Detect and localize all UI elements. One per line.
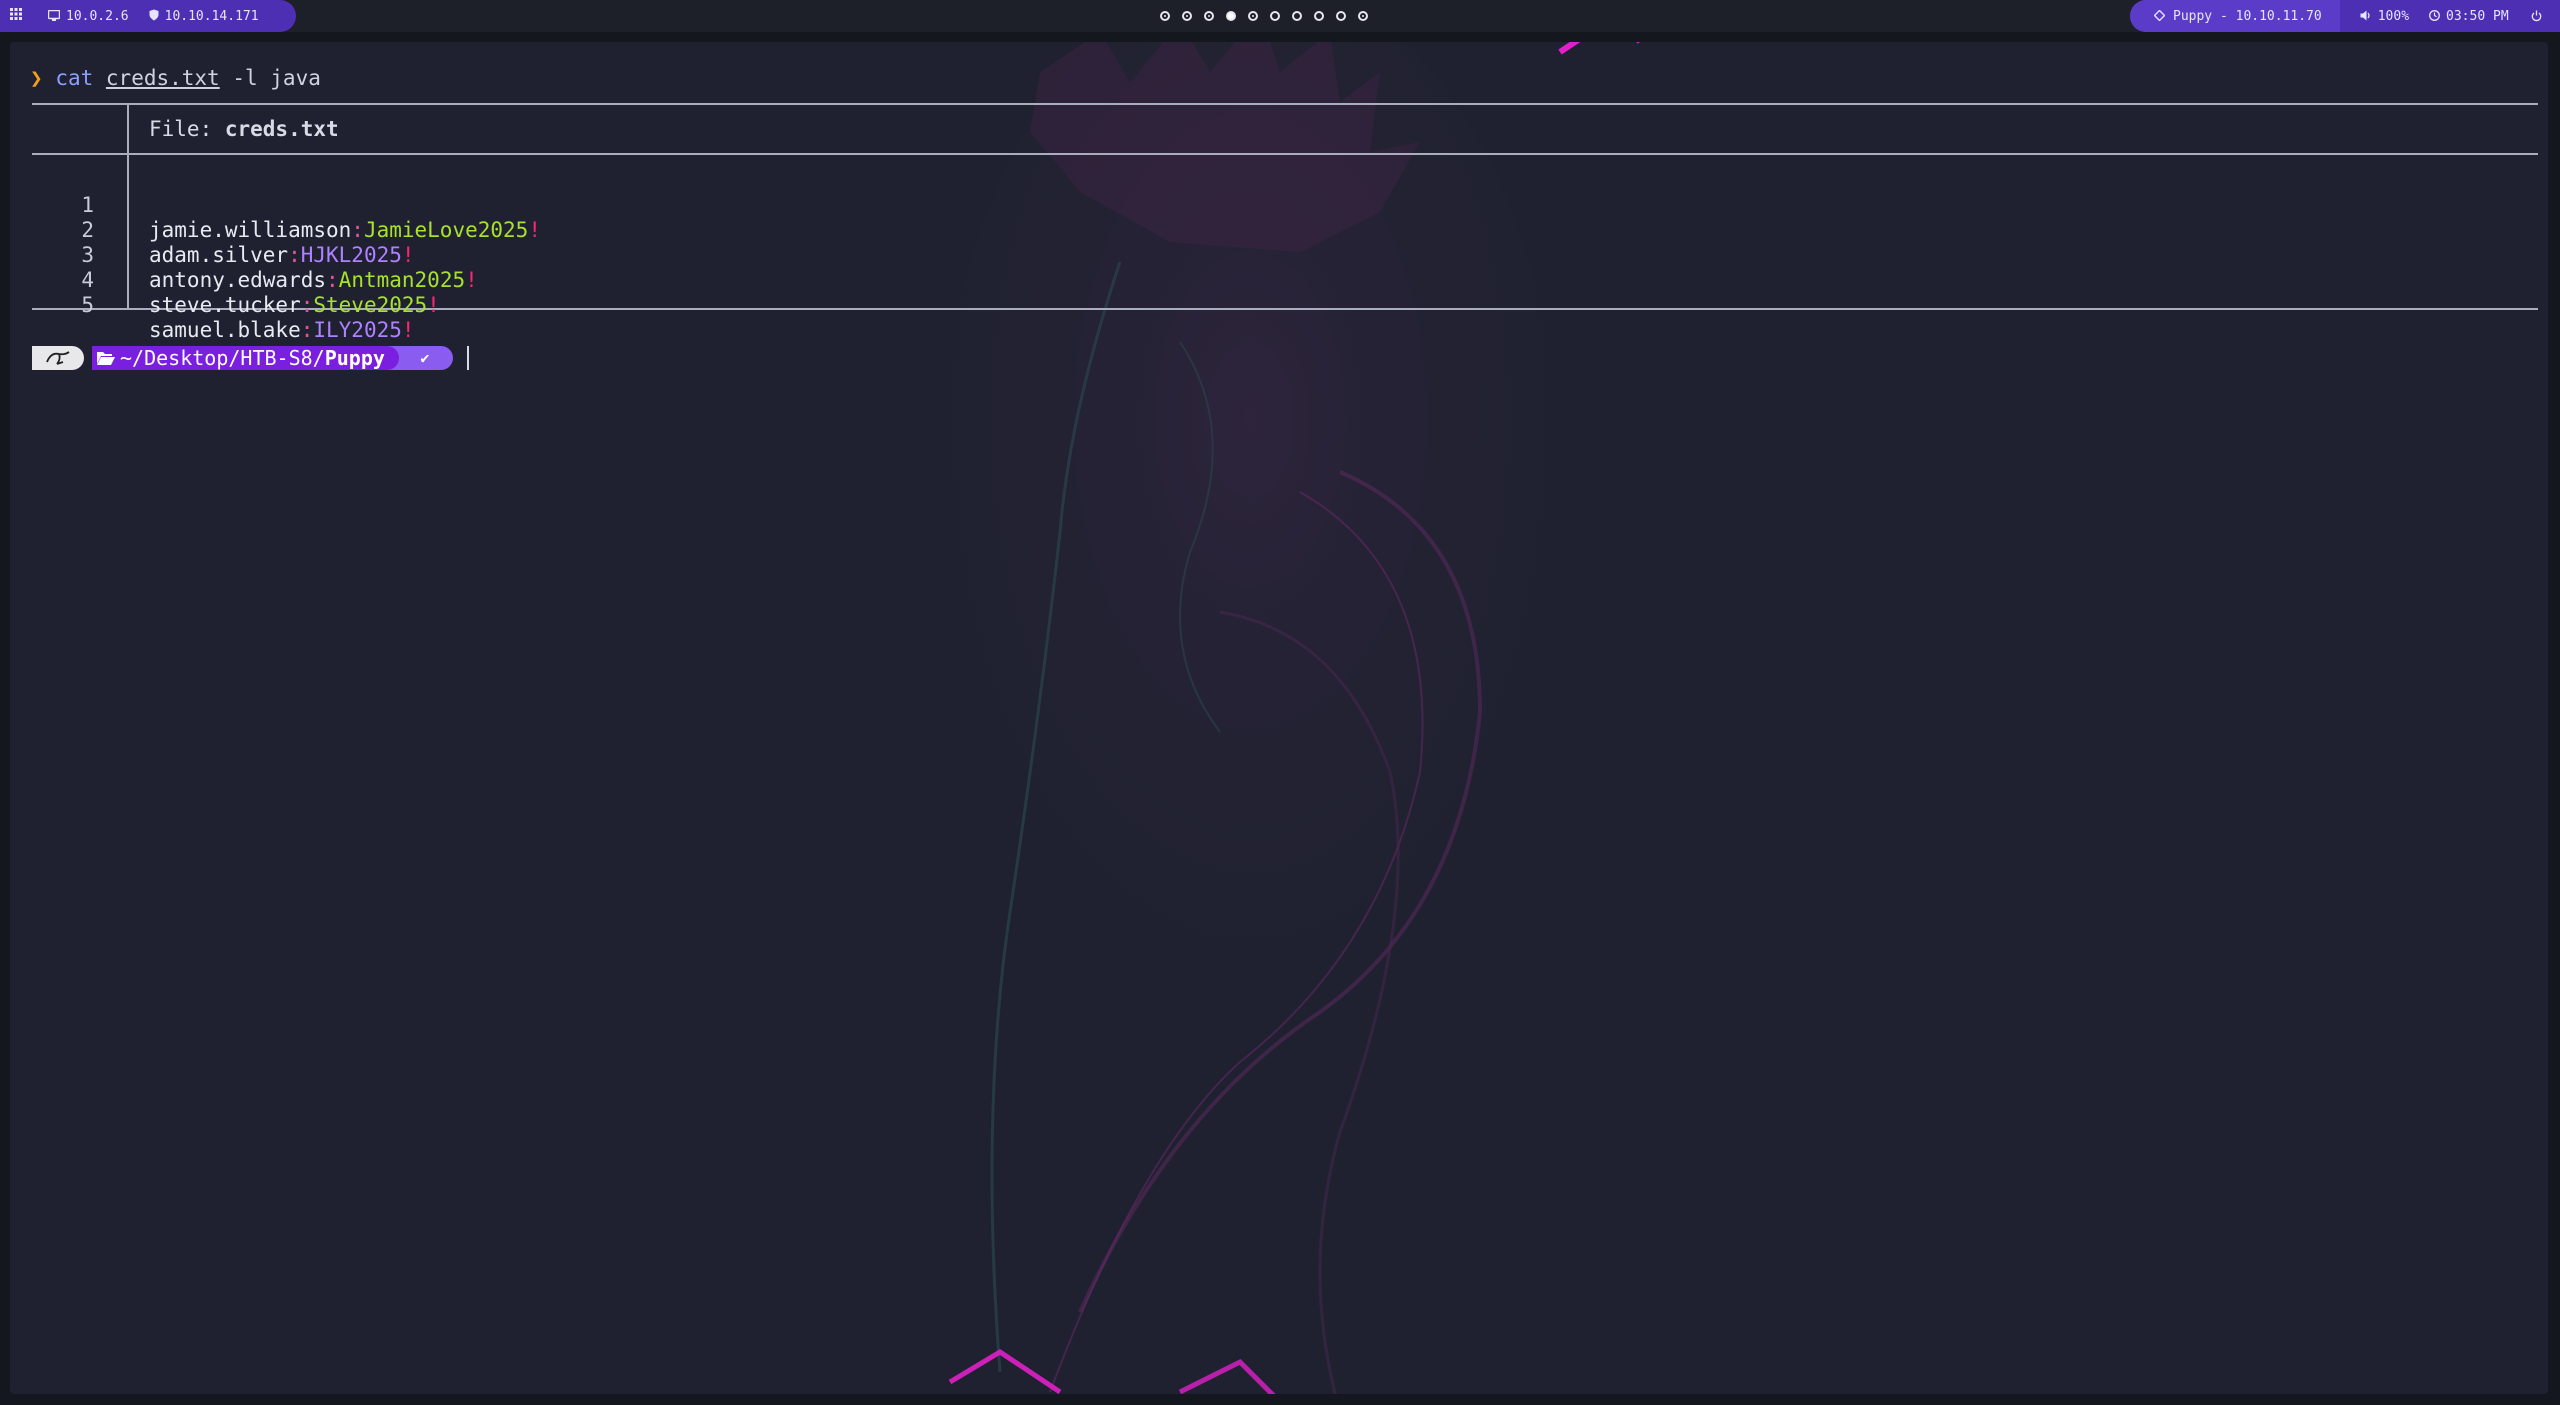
cred-password: ILY2025: [313, 318, 402, 342]
power-icon[interactable]: [2531, 10, 2542, 22]
kali-dragon-icon: [32, 346, 84, 370]
line-number: 5: [81, 293, 94, 317]
cred-separator: :: [300, 293, 314, 317]
file-line: 2 adam.silver:HJKL2025!: [32, 193, 2538, 267]
terminal-window[interactable]: ❯ cat creds.txt -l java File: creds.txt …: [10, 42, 2548, 1394]
shield-icon: [149, 9, 159, 23]
speaker-icon: [2360, 10, 2372, 23]
host-ip-widget: 10.0.2.6: [47, 8, 129, 24]
path-prefix: ~/Desktop/HTB-S8/: [120, 346, 325, 370]
cred-username: steve.tucker: [149, 293, 301, 317]
monitor-icon: [47, 9, 61, 23]
workspace-indicator-8[interactable]: [1314, 11, 1324, 21]
prompt-chevron: ❯: [30, 66, 43, 90]
vpn-ip: 10.10.14.171: [164, 8, 259, 24]
line-content: steve.tucker:Steve2025!: [149, 293, 440, 318]
folder-open-icon: [96, 350, 116, 366]
file-line: 5 samuel.blake:ILY2025!: [32, 268, 2538, 342]
shell-prompt: ~/Desktop/HTB-S8/Puppy ✔: [32, 344, 469, 372]
file-header: File: creds.txt: [149, 117, 339, 141]
workspace-indicator-1[interactable]: [1160, 11, 1170, 21]
workspace-indicator-2[interactable]: [1182, 11, 1192, 21]
cred-separator: :: [300, 318, 314, 342]
file-line: 1 jamie.williamson:JamieLove2025!: [32, 168, 2538, 242]
file-lines: 1 jamie.williamson:JamieLove2025! 2 adam…: [32, 168, 2538, 342]
cred-bang: !: [427, 293, 440, 317]
prompt-directory: ~/Desktop/HTB-S8/Puppy: [92, 346, 399, 370]
workspace-indicator-5[interactable]: [1248, 11, 1258, 21]
top-bar: 10.0.2.6 10.10.14.171 Puppy - 10.10.11.7…: [0, 0, 2560, 32]
workspace-indicator-9[interactable]: [1336, 11, 1346, 21]
host-ip: 10.0.2.6: [66, 8, 129, 24]
workspace-indicator-6[interactable]: [1270, 11, 1280, 21]
clock-widget: 03:50 PM: [2429, 9, 2509, 24]
target-widget: Puppy - 10.10.11.70: [2130, 0, 2340, 32]
clock-icon: [2429, 9, 2440, 23]
file-line: 3 antony.edwards:Antman2025!: [32, 218, 2538, 292]
command-argument: creds.txt: [105, 66, 220, 90]
cred-bang: !: [401, 318, 415, 342]
file-header-name: creds.txt: [224, 117, 339, 141]
volume-widget[interactable]: 100%: [2360, 9, 2409, 24]
right-status-pill: Puppy - 10.10.11.70 100% 03:50 PM: [2130, 0, 2560, 32]
target-label: Puppy - 10.10.11.70: [2173, 8, 2322, 24]
vpn-ip-widget: 10.10.14.171: [149, 9, 259, 24]
path-current: Puppy: [324, 346, 385, 370]
command-flags: -l java: [232, 66, 321, 90]
bat-top-border: [32, 103, 2538, 105]
command-line: ❯ cat creds.txt -l java: [30, 66, 321, 90]
grid-icon[interactable]: [10, 8, 28, 24]
bat-header-border: [32, 153, 2538, 155]
clock-time: 03:50 PM: [2446, 8, 2509, 24]
workspace-indicator-7[interactable]: [1292, 11, 1302, 21]
cred-password: Steve2025: [313, 293, 428, 317]
workspace-switcher: [1160, 8, 1368, 24]
cred-username: samuel.blake: [149, 318, 301, 342]
text-cursor: [466, 346, 469, 370]
file-line: 4 steve.tucker:Steve2025!: [32, 243, 2538, 317]
workspace-indicator-4[interactable]: [1226, 11, 1236, 21]
command-name: cat: [55, 66, 94, 90]
target-icon: [2153, 9, 2166, 23]
volume-level: 100%: [2377, 8, 2410, 24]
line-content: samuel.blake:ILY2025!: [149, 318, 415, 343]
workspace-indicator-3[interactable]: [1204, 11, 1214, 21]
left-status-pill: 10.0.2.6 10.10.14.171: [0, 0, 296, 32]
file-header-prefix: File:: [149, 117, 225, 141]
workspace-indicator-10[interactable]: [1358, 11, 1368, 21]
